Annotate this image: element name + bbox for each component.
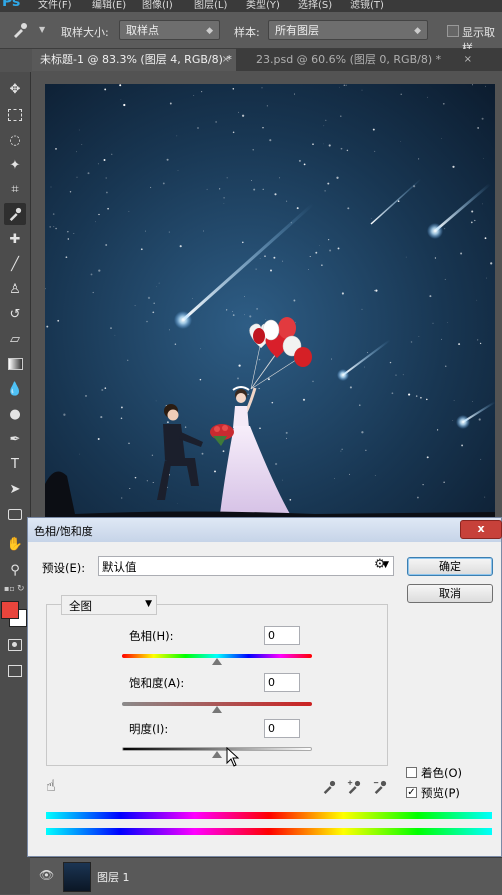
tool-preset-arrow-icon[interactable]: ▼: [39, 25, 45, 34]
eraser-tool-icon[interactable]: ▱: [4, 328, 26, 350]
dialog-titlebar[interactable]: 色相/饱和度: [28, 518, 501, 542]
quick-mask-icon[interactable]: [4, 634, 26, 656]
menu-type[interactable]: 类型(Y): [246, 0, 280, 11]
screen-mode-icon[interactable]: [4, 660, 26, 682]
preset-label: 预设(E):: [42, 561, 86, 575]
layers-panel-row[interactable]: 👁 图层 1: [30, 857, 502, 895]
mouse-cursor-icon: [226, 747, 240, 767]
crop-tool-icon[interactable]: ⌗: [4, 178, 26, 200]
path-selection-tool-icon[interactable]: ➤: [4, 478, 26, 500]
colorize-label: 着色(O): [421, 766, 463, 780]
menu-image[interactable]: 图像(I): [142, 0, 173, 11]
ok-button[interactable]: 确定: [407, 557, 493, 576]
sample-size-select[interactable]: 取样点 ◆: [119, 20, 220, 40]
blur-tool-icon[interactable]: 💧: [4, 378, 26, 400]
dialog-title: 色相/饱和度: [34, 525, 93, 538]
close-icon[interactable]: ×: [222, 49, 230, 71]
quick-selection-tool-icon[interactable]: ✦: [4, 154, 26, 176]
document-canvas[interactable]: [45, 84, 495, 524]
menu-filter[interactable]: 滤镜(T): [350, 0, 384, 11]
preview-checkbox[interactable]: ✓: [406, 787, 417, 798]
sample-label: 样本:: [234, 26, 260, 39]
sample-select[interactable]: 所有图层 ◆: [268, 20, 428, 40]
eyedropper-icon[interactable]: [322, 780, 336, 794]
cancel-button[interactable]: 取消: [407, 584, 493, 603]
output-spectrum-bar: [46, 828, 492, 835]
zoom-tool-icon[interactable]: ⚲: [4, 559, 26, 581]
document-tabs: 未标题-1 @ 83.3% (图层 4, RGB/8) * × 23.psd @ …: [32, 49, 502, 71]
type-tool-icon[interactable]: T: [4, 453, 26, 475]
tab-23-psd[interactable]: 23.psd @ 60.6% (图层 0, RGB/8) * ×: [248, 49, 478, 71]
shape-tool-icon[interactable]: [4, 503, 26, 525]
swap-colors-icon[interactable]: ↻: [17, 584, 25, 594]
eyedropper-plus-icon[interactable]: [347, 780, 361, 794]
layer-thumbnail: [63, 862, 91, 892]
tab-untitled-1[interactable]: 未标题-1 @ 83.3% (图层 4, RGB/8) * ×: [32, 49, 236, 71]
saturation-input[interactable]: 0: [264, 673, 300, 692]
starry-night-artwork: [45, 84, 495, 524]
options-bar: ▼ 取样大小: 取样点◆ 样本: 所有图层◆ 显示取样: [0, 12, 502, 55]
default-colors-icon[interactable]: ▪▫: [4, 584, 15, 593]
eyedropper-minus-icon[interactable]: [373, 780, 387, 794]
healing-brush-tool-icon[interactable]: ✚: [4, 228, 26, 250]
eye-visibility-icon[interactable]: 👁: [39, 868, 54, 882]
pen-tool-icon[interactable]: ✒: [4, 428, 26, 450]
chevron-down-icon: ◆: [206, 26, 213, 36]
gear-icon[interactable]: ⚙: [374, 557, 386, 572]
show-ring-checkbox[interactable]: [447, 25, 459, 37]
lightness-slider-thumb[interactable]: [212, 751, 222, 758]
eyedropper-tool-icon[interactable]: [4, 203, 26, 225]
targeted-adjustment-hand-icon[interactable]: ☝: [46, 776, 56, 795]
dodge-tool-icon[interactable]: ●: [4, 403, 26, 425]
foreground-color-swatch[interactable]: [1, 601, 19, 619]
menu-edit[interactable]: 编辑(E): [92, 0, 126, 11]
eyedropper-icon[interactable]: [12, 22, 28, 38]
gradient-tool-icon[interactable]: [4, 353, 26, 375]
colorize-checkbox[interactable]: [406, 767, 417, 778]
lasso-tool-icon[interactable]: ◌: [4, 129, 26, 151]
adjustment-groupbox: [46, 604, 388, 766]
close-icon[interactable]: ×: [464, 49, 472, 71]
history-brush-tool-icon[interactable]: ↺: [4, 303, 26, 325]
marquee-tool-icon[interactable]: [4, 104, 26, 126]
lightness-label: 明度(I):: [129, 722, 169, 736]
sample-size-label: 取样大小:: [61, 26, 109, 39]
hue-label: 色相(H):: [129, 629, 174, 643]
lightness-input[interactable]: 0: [264, 719, 300, 738]
chevron-down-icon: ◆: [414, 26, 421, 36]
hue-saturation-dialog: 色相/饱和度 x 预设(E): 默认值 ▼ ⚙ 确定 取消 全图 ▼ 色相(H)…: [27, 517, 502, 857]
preset-select[interactable]: 默认值 ▼: [98, 556, 394, 576]
menu-bar: Ps 文件(F) 编辑(E) 图像(I) 图层(L) 类型(Y) 选择(S) 滤…: [0, 0, 502, 12]
hand-tool-icon[interactable]: ✋: [4, 533, 26, 555]
menu-layer[interactable]: 图层(L): [194, 0, 227, 11]
photoshop-logo: Ps: [2, 0, 21, 10]
saturation-slider-thumb[interactable]: [212, 706, 222, 713]
channel-select[interactable]: 全图 ▼: [61, 595, 157, 615]
preview-label: 预览(P): [421, 786, 460, 800]
menu-file[interactable]: 文件(F): [38, 0, 72, 11]
close-button[interactable]: x: [460, 520, 502, 539]
chevron-down-icon: ▼: [145, 599, 152, 609]
menu-select[interactable]: 选择(S): [298, 0, 332, 11]
move-tool-icon[interactable]: ✥: [4, 78, 26, 100]
hue-input[interactable]: 0: [264, 626, 300, 645]
input-spectrum-bar: [46, 812, 492, 819]
hue-slider-thumb[interactable]: [212, 658, 222, 665]
saturation-label: 饱和度(A):: [129, 676, 185, 690]
brush-tool-icon[interactable]: ╱: [4, 253, 26, 275]
layer-name: 图层 1: [97, 871, 130, 884]
clone-stamp-tool-icon[interactable]: ♙: [4, 278, 26, 300]
